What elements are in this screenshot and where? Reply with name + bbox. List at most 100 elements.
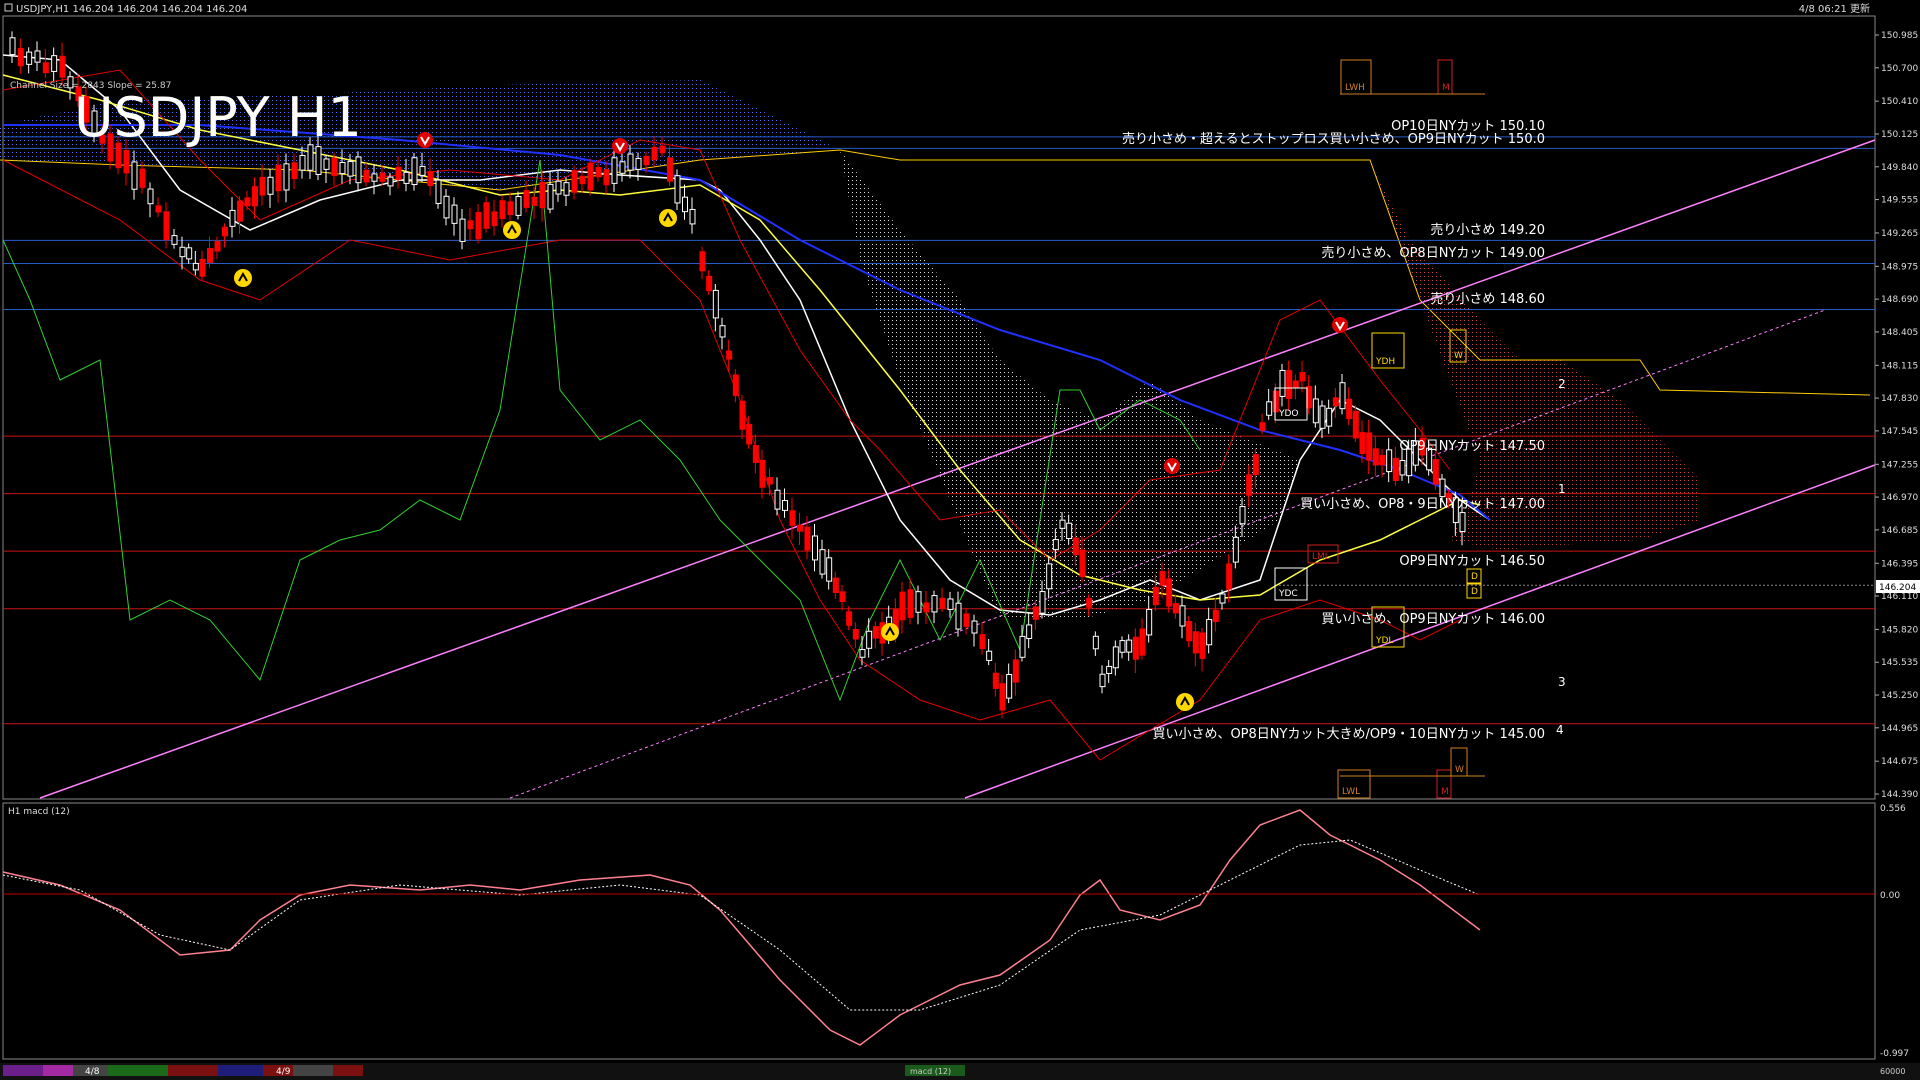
candle-body (59, 55, 66, 78)
candle-body (315, 146, 322, 175)
annotation-148-60: 売り小さめ 148.60 (1430, 291, 1545, 307)
candle-body (1279, 369, 1286, 397)
candle-body (1346, 398, 1353, 420)
candle-body (931, 595, 938, 613)
candle-body (804, 526, 811, 551)
lml-label: LML (1312, 552, 1330, 562)
bar-seg-2 (43, 1065, 73, 1076)
candle-body (611, 157, 618, 184)
candle-body (26, 51, 33, 65)
d2-label: D (1471, 587, 1478, 597)
candle-body (1092, 635, 1099, 650)
candle-body (222, 226, 228, 237)
candle-body (403, 171, 410, 184)
lwl-label: LWL (1342, 787, 1360, 797)
axis-label: 146.685 (1881, 526, 1918, 536)
candle-body (1299, 372, 1306, 382)
candle-body (819, 549, 826, 575)
candle-body (872, 626, 879, 639)
candle-body (371, 173, 378, 182)
axis-label: 149.840 (1881, 163, 1918, 173)
candle-body (752, 445, 759, 463)
candle-body (1399, 460, 1406, 476)
candle-body (595, 167, 602, 178)
candle-body (832, 577, 839, 593)
axis-label: 148.690 (1881, 295, 1918, 305)
candle-body (1432, 459, 1439, 485)
candle-body (667, 157, 673, 182)
candle-body (1119, 640, 1126, 653)
date-label-2: 4/9 (276, 1067, 291, 1077)
macd-tab-label: macd (12) (910, 1067, 951, 1076)
axis-label: 144.965 (1881, 724, 1918, 734)
candle-body (689, 208, 696, 225)
annotation-146-50: OP9日NYカット 146.50 (1399, 554, 1545, 569)
window-title: USDJPY,H1 146.204 146.204 146.204 146.20… (16, 4, 247, 15)
candle-body (643, 155, 650, 166)
axis-label: 144.390 (1881, 790, 1918, 800)
candle-body (339, 161, 346, 175)
candle-body (1006, 673, 1013, 699)
candle-body (34, 50, 41, 63)
macd-axis-bottom: -0.997 (1880, 1049, 1909, 1059)
bar-seg-1 (3, 1065, 43, 1076)
candle-body (739, 400, 746, 430)
candle-body (1219, 593, 1226, 604)
candle-body (507, 201, 514, 216)
buy-arrow-icon (234, 269, 252, 287)
axis-label: 150.125 (1881, 130, 1918, 140)
candle-body (1266, 401, 1273, 416)
candle-body (1386, 449, 1393, 473)
candle-body (999, 683, 1006, 711)
candle-body (1032, 606, 1039, 620)
candle-body (475, 211, 482, 240)
candle-body (1252, 454, 1259, 476)
d1-label: D (1471, 572, 1478, 582)
candle-body (1066, 522, 1073, 540)
candle-body (971, 620, 978, 634)
candle-body (674, 175, 681, 204)
candle-body (547, 183, 554, 210)
candle-body (199, 258, 206, 277)
candle-body (571, 170, 578, 193)
candle-body (627, 153, 634, 171)
volume-label: 60000 (1880, 1067, 1905, 1076)
candle-body (1379, 455, 1386, 466)
axis-label: 148.115 (1881, 361, 1918, 371)
candle-body (915, 591, 922, 613)
buy-arrow-icon (881, 623, 899, 641)
axis-label: 149.265 (1881, 229, 1918, 239)
candle-body (323, 158, 330, 170)
candle-body (1132, 636, 1139, 660)
candle-body (759, 459, 766, 488)
candle-body (179, 246, 186, 258)
candle-body (579, 175, 586, 185)
candle-body (523, 190, 530, 208)
chart-window[interactable]: LWH M YDH W YDO YDC YDL LML LWL M W DD USDJPY,H1 14… (0, 0, 1920, 1080)
candle-body (846, 611, 853, 626)
axis-label: 150.700 (1881, 64, 1918, 74)
ydc-label: YDC (1278, 589, 1298, 599)
candle-body (1312, 398, 1319, 424)
candle-body (939, 597, 946, 609)
candle-body (171, 235, 178, 245)
candle-body (207, 248, 213, 263)
candle-body (726, 350, 733, 360)
candle-body (706, 275, 713, 292)
candle-body (1046, 563, 1053, 590)
candle-body (459, 218, 466, 242)
axis-label: 147.830 (1881, 394, 1918, 404)
candle-body (812, 535, 818, 561)
candle-body (1272, 390, 1279, 413)
w-top-label: W (1454, 351, 1463, 361)
annotation-149-20: 売り小さめ 149.20 (1430, 222, 1545, 238)
buy-arrow-icon (659, 209, 677, 227)
bar-seg-4 (108, 1065, 168, 1076)
candle-body (299, 155, 306, 171)
candle-body (1359, 432, 1366, 455)
candle-body (1099, 673, 1106, 688)
candle-body (979, 634, 986, 649)
bar-seg-6 (218, 1065, 263, 1076)
candle-body (267, 176, 274, 195)
candle-body (411, 157, 418, 186)
